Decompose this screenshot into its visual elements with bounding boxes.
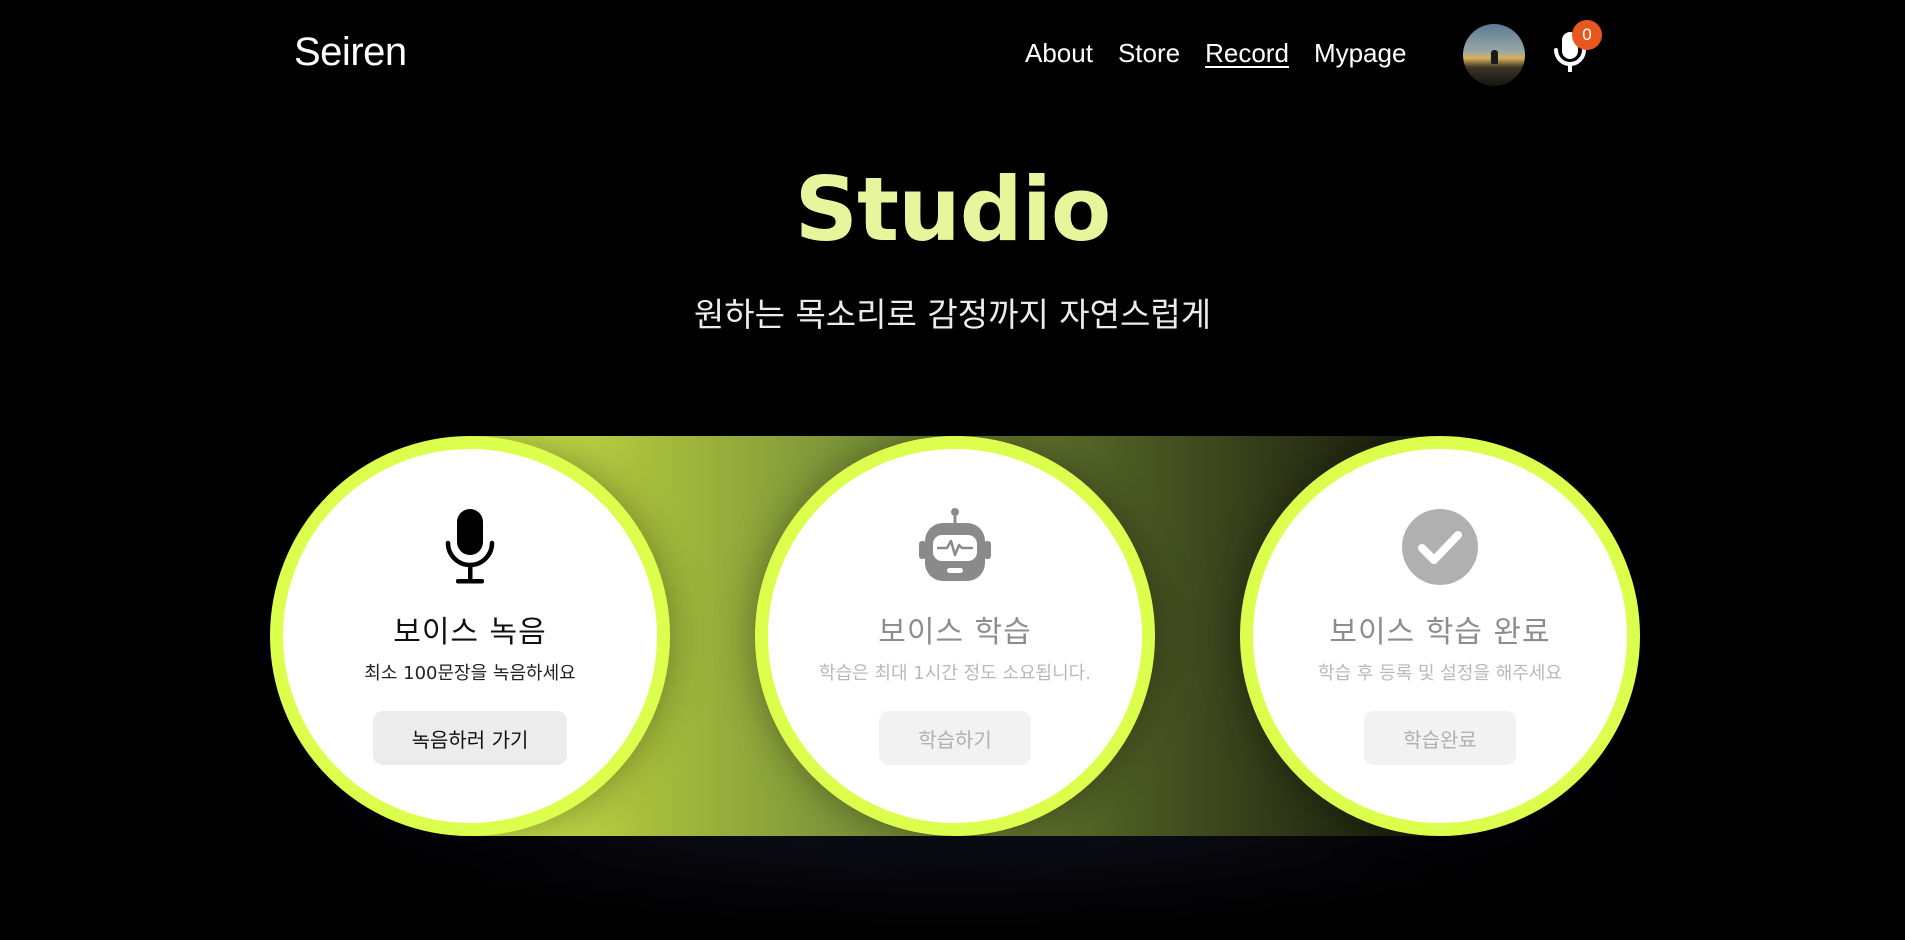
robot-icon [915,507,995,587]
step-description: 최소 100문장을 녹음하세요 [364,663,576,684]
go-record-button[interactable]: 녹음하러 가기 [373,711,567,765]
step-title: 보이스 녹음 [393,615,547,650]
site-logo[interactable]: Seiren [294,30,407,75]
step-title: 보이스 학습 [878,615,1032,650]
step-description: 학습 후 등록 및 설정을 해주세요 [1318,663,1562,684]
nav-store[interactable]: Store [1118,38,1180,69]
check-circle-icon [1400,507,1480,587]
step-voice-training: 보이스 학습 학습은 최대 1시간 정도 소요됩니다. 학습하기 [755,436,1155,836]
main-nav: About Store Record Mypage [1025,38,1406,69]
nav-about[interactable]: About [1025,38,1093,69]
page-title: Studio [794,158,1112,261]
nav-record[interactable]: Record [1205,38,1289,69]
avatar-figure [1491,50,1498,64]
microphone-icon [430,507,510,587]
step-training-complete: 보이스 학습 완료 학습 후 등록 및 설정을 해주세요 학습완료 [1240,436,1640,836]
record-count-badge: 0 [1572,20,1602,50]
nav-mypage[interactable]: Mypage [1314,38,1407,69]
start-training-button[interactable]: 학습하기 [879,711,1031,765]
avatar[interactable] [1463,24,1525,86]
training-complete-button[interactable]: 학습완료 [1364,711,1516,765]
step-description: 학습은 최대 1시간 정도 소요됩니다. [819,663,1091,684]
step-voice-record: 보이스 녹음 최소 100문장을 녹음하세요 녹음하러 가기 [270,436,670,836]
page-subtitle: 원하는 목소리로 감정까지 자연스럽게 [693,295,1212,334]
step-title: 보이스 학습 완료 [1329,615,1551,650]
